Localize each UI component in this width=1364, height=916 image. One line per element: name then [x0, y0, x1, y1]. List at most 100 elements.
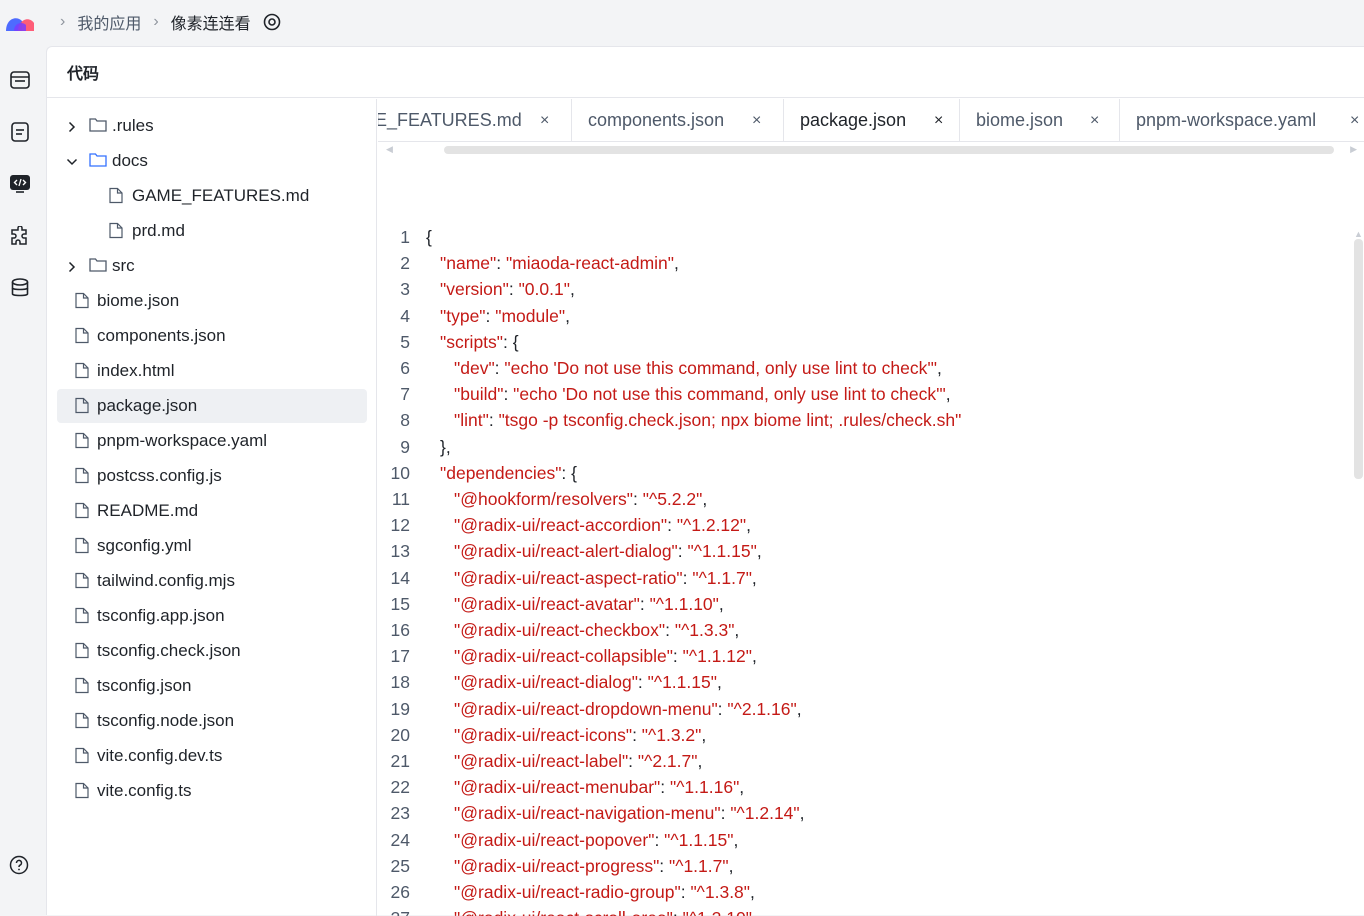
panel-title: 代码 — [67, 64, 100, 83]
json-key: "@radix-ui/react-dropdown-menu" — [454, 698, 718, 719]
json-key: "@radix-ui/react-collapsible" — [454, 646, 673, 667]
settings-icon[interactable] — [263, 13, 281, 31]
json-key: "@radix-ui/react-progress" — [454, 855, 660, 876]
tree-file[interactable]: README.md — [57, 494, 367, 528]
chevron-down-icon[interactable] — [65, 154, 79, 168]
document-icon[interactable] — [9, 121, 31, 143]
close-icon[interactable]: × — [1350, 112, 1359, 130]
json-key: "@radix-ui/react-radio-group" — [454, 882, 681, 902]
tree-file[interactable]: components.json — [57, 319, 367, 353]
tree-item-label: components.json — [97, 326, 226, 345]
tab-label: components.json — [588, 110, 725, 130]
line-number: 23 — [390, 803, 410, 824]
line-number: 15 — [390, 593, 410, 614]
database-icon[interactable] — [9, 277, 31, 299]
editor-tab[interactable]: package.json × — [784, 99, 960, 141]
tree-item-label: package.json — [97, 396, 198, 415]
json-value: : "tsgo -p tsconfig.check.json; npx biom… — [488, 410, 962, 431]
close-icon[interactable]: × — [752, 112, 761, 130]
tab-label: pnpm-workspace.yaml — [1136, 110, 1317, 130]
close-icon[interactable]: × — [934, 112, 943, 130]
close-icon[interactable]: × — [540, 112, 549, 130]
scroll-right-icon[interactable]: ▶ — [1350, 144, 1357, 155]
code-editor: IE_FEATURES.md × components.json × package.j… — [378, 99, 1364, 916]
breadcrumb-my-apps[interactable]: 我的应用 — [77, 10, 141, 34]
json-value: : "^1.3.8", — [680, 882, 755, 902]
plugin-icon[interactable] — [9, 225, 31, 247]
horizontal-scrollbar[interactable]: ◀ ▶ — [378, 142, 1364, 156]
tree-file[interactable]: vite.config.ts — [57, 774, 367, 808]
line-number: 19 — [390, 698, 410, 719]
scroll-up-icon[interactable]: ▲ — [1354, 229, 1363, 239]
line-number: 12 — [390, 515, 410, 536]
breadcrumb-current-app[interactable]: 像素连连看 — [171, 10, 251, 34]
json-value: : "^2.1.16", — [717, 698, 802, 719]
tree-folder[interactable]: docs — [57, 144, 367, 178]
file-icon — [75, 607, 91, 625]
tree-file[interactable]: package.json — [57, 389, 367, 423]
json-key: "@radix-ui/react-icons" — [454, 724, 633, 745]
json-value: : "^5.2.2", — [633, 489, 708, 509]
tree-file[interactable]: postcss.config.js — [57, 459, 367, 493]
line-text: "@radix-ui/react-checkbox": "^1.3.3", — [426, 617, 739, 643]
line-number: 20 — [390, 724, 410, 745]
json-key: "dev" — [454, 358, 495, 378]
file-icon — [109, 187, 125, 205]
json-value: : "^1.1.7", — [682, 567, 757, 588]
file-icon — [75, 432, 91, 450]
tree-file[interactable]: tsconfig.check.json — [57, 634, 367, 668]
tree-file[interactable]: pnpm-workspace.yaml — [57, 424, 367, 458]
file-icon — [75, 712, 91, 730]
line-number: 25 — [390, 855, 410, 876]
tree-folder[interactable]: .rules — [57, 109, 367, 143]
tree-file[interactable]: biome.json — [57, 284, 367, 318]
tree-file[interactable]: tsconfig.app.json — [57, 599, 367, 633]
editor-tab[interactable]: biome.json × — [960, 99, 1120, 141]
line-number: 8 — [400, 410, 410, 431]
json-value: : "^1.1.15", — [637, 672, 722, 693]
json-value: }, — [440, 436, 451, 457]
horizontal-scroll-thumb[interactable] — [444, 146, 1334, 154]
json-value: : { — [561, 462, 577, 483]
tree-file[interactable]: index.html — [57, 354, 367, 388]
json-value: : "^1.2.14", — [720, 803, 805, 824]
vertical-scroll-thumb[interactable] — [1354, 239, 1363, 479]
file-icon — [75, 572, 91, 590]
tree-file[interactable]: GAME_FEATURES.md — [57, 179, 367, 213]
editor-tab[interactable]: components.json × — [572, 99, 784, 141]
tree-file[interactable]: tailwind.config.mjs — [57, 564, 367, 598]
json-value: : { — [503, 331, 519, 352]
tree-file[interactable]: vite.config.dev.ts — [57, 739, 367, 773]
json-value: : "echo 'Do not use this command, only u… — [503, 384, 951, 405]
tree-item-label: tailwind.config.mjs — [97, 571, 235, 590]
chevron-right-icon[interactable] — [65, 259, 79, 273]
tree-file[interactable]: sgconfig.yml — [57, 529, 367, 563]
json-key: "lint" — [454, 410, 489, 431]
code-icon[interactable] — [9, 173, 31, 195]
line-number: 5 — [400, 331, 410, 352]
json-value: : "echo 'Do not use this command, only u… — [494, 358, 942, 378]
tree-item-label: prd.md — [132, 221, 185, 240]
line-number: 26 — [390, 882, 410, 902]
left-rail — [0, 44, 44, 915]
vertical-scrollbar[interactable]: ▲ — [1351, 229, 1364, 916]
scroll-left-icon[interactable]: ◀ — [386, 144, 393, 155]
line-text: "scripts": { — [426, 329, 519, 355]
editor-tab[interactable]: IE_FEATURES.md × — [378, 99, 572, 141]
tree-file[interactable]: tsconfig.node.json — [57, 704, 367, 738]
line-text: "@radix-ui/react-dropdown-menu": "^2.1.1… — [426, 696, 802, 722]
app-list-icon[interactable] — [9, 69, 31, 91]
line-number: 27 — [378, 905, 410, 916]
tree-file[interactable]: prd.md — [57, 214, 367, 248]
editor-tab[interactable]: pnpm-workspace.yaml × — [1120, 99, 1364, 141]
app-logo-icon[interactable] — [4, 11, 36, 33]
file-icon — [75, 747, 91, 765]
file-icon — [75, 642, 91, 660]
line-number: 3 — [400, 279, 410, 300]
line-text: "@radix-ui/react-popover": "^1.1.15", — [426, 827, 738, 853]
close-icon[interactable]: × — [1090, 112, 1099, 130]
tree-folder[interactable]: src — [57, 249, 367, 283]
tree-file[interactable]: tsconfig.json — [57, 669, 367, 703]
chevron-right-icon[interactable] — [65, 119, 79, 133]
help-icon[interactable] — [9, 855, 31, 877]
